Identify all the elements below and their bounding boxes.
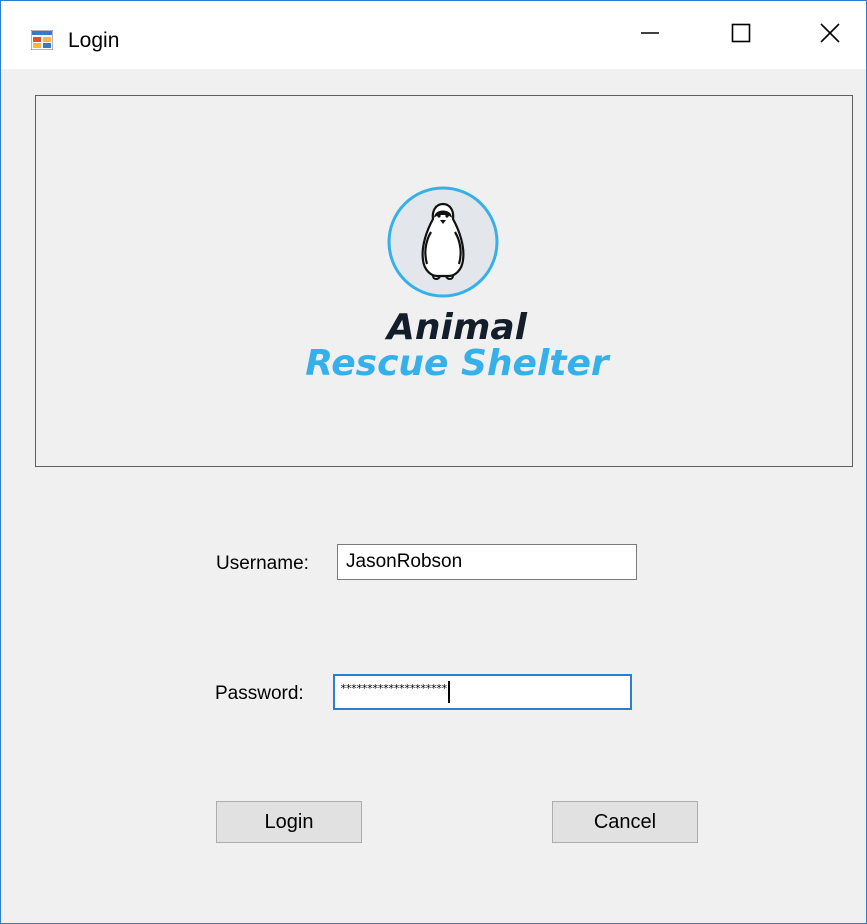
text-caret — [448, 680, 451, 703]
maximize-button[interactable] — [718, 1, 764, 69]
window-title: Login — [68, 29, 120, 52]
brand-title-line1: Animal — [387, 307, 527, 348]
minimize-button[interactable] — [627, 1, 673, 69]
login-button[interactable]: Login — [216, 801, 362, 843]
windows-form-icon — [30, 29, 54, 51]
logo-picture-box: Animal Rescue Shelter — [35, 95, 853, 467]
brand-title-line2: Rescue Shelter — [305, 343, 609, 384]
maximize-icon — [730, 22, 752, 49]
username-label: Username: — [216, 553, 309, 574]
password-label: Password: — [215, 683, 304, 704]
close-button[interactable] — [807, 1, 853, 69]
password-mask: ******************** — [340, 682, 448, 695]
cancel-button[interactable]: Cancel — [552, 801, 698, 843]
title-bar[interactable]: Login — [1, 1, 866, 69]
login-window: Login Animal Rescue Shelter Username: Ja… — [0, 0, 867, 924]
username-input[interactable]: JasonRobson — [337, 544, 637, 580]
close-icon — [819, 22, 841, 49]
minimize-icon — [639, 22, 661, 49]
password-input[interactable]: ******************** — [333, 674, 632, 710]
penguin-icon — [387, 186, 499, 298]
